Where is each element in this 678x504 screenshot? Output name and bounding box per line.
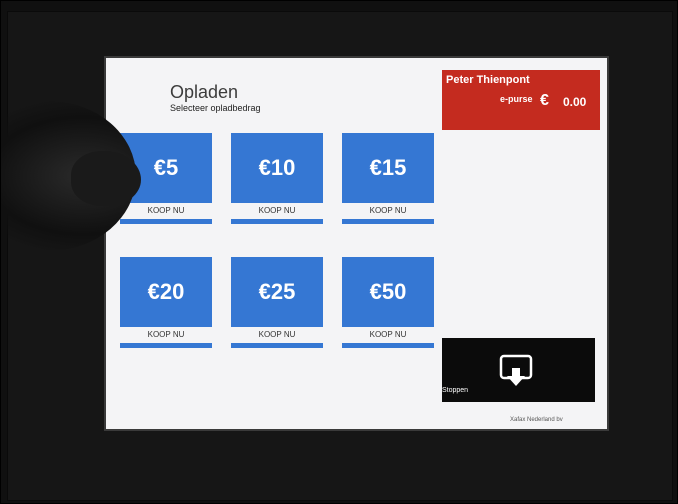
amount-button-10[interactable]: €10 KOOP NU bbox=[231, 133, 323, 224]
amount-bar bbox=[120, 343, 212, 348]
wallet-panel: Peter Thienpont e-purse € 0.00 bbox=[442, 70, 600, 130]
amount-value[interactable]: €20 bbox=[120, 257, 212, 327]
footer-text: Xafax Nederland bv bbox=[510, 417, 563, 423]
buy-now-label[interactable]: KOOP NU bbox=[231, 203, 323, 219]
page-title: Opladen bbox=[170, 82, 239, 102]
exit-icon[interactable] bbox=[498, 354, 534, 388]
amount-bar bbox=[120, 219, 212, 224]
amount-bar bbox=[231, 219, 323, 224]
amount-value[interactable]: €10 bbox=[231, 133, 323, 203]
amount-button-50[interactable]: €50 KOOP NU bbox=[342, 257, 434, 348]
amount-value[interactable]: €15 bbox=[342, 133, 434, 203]
wallet-balance: 0.00 bbox=[563, 95, 587, 109]
buy-now-label[interactable]: KOOP NU bbox=[120, 203, 212, 219]
wallet-owner-name: Peter Thienpont bbox=[446, 74, 530, 86]
wallet-purse-label: e-purse bbox=[500, 94, 533, 104]
amount-button-20[interactable]: €20 KOOP NU bbox=[120, 257, 212, 348]
amount-bar bbox=[342, 219, 434, 224]
buy-now-label[interactable]: KOOP NU bbox=[231, 327, 323, 343]
amount-bar bbox=[231, 343, 323, 348]
kiosk-screen: Opladen Selecteer opladbedrag Peter Thie… bbox=[104, 56, 609, 431]
buy-now-label[interactable]: KOOP NU bbox=[342, 203, 434, 219]
page-subtitle: Selecteer opladbedrag bbox=[170, 103, 261, 113]
amount-button-15[interactable]: €15 KOOP NU bbox=[342, 133, 434, 224]
fingertip bbox=[71, 151, 141, 206]
buy-now-label[interactable]: KOOP NU bbox=[120, 327, 212, 343]
amount-button-25[interactable]: €25 KOOP NU bbox=[231, 257, 323, 348]
buy-now-label[interactable]: KOOP NU bbox=[342, 327, 434, 343]
photo-frame: Opladen Selecteer opladbedrag Peter Thie… bbox=[0, 0, 678, 504]
stop-button-label[interactable]: Stoppen bbox=[442, 387, 468, 394]
amount-bar bbox=[342, 343, 434, 348]
euro-icon: € bbox=[540, 92, 549, 109]
amount-value[interactable]: €25 bbox=[231, 257, 323, 327]
amount-value[interactable]: €50 bbox=[342, 257, 434, 327]
stop-button[interactable]: Stoppen bbox=[442, 338, 595, 402]
